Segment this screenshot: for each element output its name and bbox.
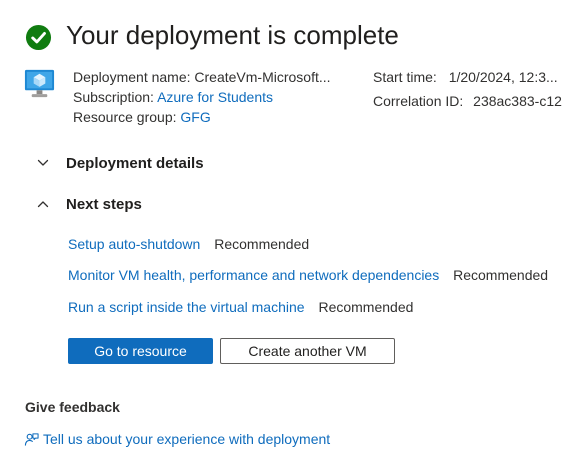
go-to-resource-button[interactable]: Go to resource — [68, 338, 213, 364]
deployment-name-label: Deployment name: — [73, 69, 191, 85]
virtual-machine-icon — [24, 69, 55, 98]
subscription-link[interactable]: Azure for Students — [157, 89, 273, 105]
page-title: Your deployment is complete — [66, 20, 399, 50]
give-feedback-heading: Give feedback — [25, 399, 120, 415]
correlation-id-value: 238ac383-c12 — [473, 93, 562, 109]
setup-auto-shutdown-link[interactable]: Setup auto-shutdown — [68, 236, 200, 252]
subscription-row: Subscription: Azure for Students — [73, 88, 273, 106]
deployment-details-title: Deployment details — [66, 154, 204, 172]
subscription-label: Subscription: — [73, 89, 154, 105]
recommended-label: Recommended — [453, 267, 549, 283]
resource-group-row: Resource group: GFG — [73, 108, 211, 126]
next-step-item: Setup auto-shutdown Recommended — [68, 234, 309, 254]
recommended-label: Recommended — [318, 299, 414, 315]
feedback-link-label[interactable]: Tell us about your experience with deplo… — [43, 431, 330, 447]
next-step-item: Monitor VM health, performance and netwo… — [68, 265, 548, 285]
recommended-label: Recommended — [214, 236, 310, 252]
feedback-person-icon — [24, 432, 39, 446]
chevron-down-icon — [37, 159, 49, 166]
correlation-id-label: Correlation ID: — [373, 93, 464, 109]
start-time-value: 1/20/2024, 12:3... — [448, 69, 558, 85]
create-another-vm-button[interactable]: Create another VM — [220, 338, 395, 364]
deployment-name-row: Deployment name: CreateVm-Microsoft... — [73, 68, 331, 86]
checkmark-circle-icon — [25, 24, 52, 51]
run-script-link[interactable]: Run a script inside the virtual machine — [68, 299, 305, 315]
start-time-row: Start time: 1/20/2024, 12:3... — [373, 68, 558, 86]
monitor-vm-health-link[interactable]: Monitor VM health, performance and netwo… — [68, 267, 439, 283]
feedback-link[interactable]: Tell us about your experience with deplo… — [24, 431, 330, 447]
correlation-id-row: Correlation ID: 238ac383-c12 — [373, 92, 562, 110]
next-steps-toggle[interactable]: Next steps — [36, 193, 142, 215]
resource-group-link[interactable]: GFG — [180, 109, 210, 125]
next-steps-title: Next steps — [66, 195, 142, 213]
deployment-name-value: CreateVm-Microsoft... — [194, 69, 331, 85]
resource-group-label: Resource group: — [73, 109, 177, 125]
next-step-item: Run a script inside the virtual machine … — [68, 297, 413, 317]
chevron-up-icon — [37, 201, 49, 208]
start-time-label: Start time: — [373, 69, 437, 85]
deployment-details-toggle[interactable]: Deployment details — [36, 152, 204, 174]
